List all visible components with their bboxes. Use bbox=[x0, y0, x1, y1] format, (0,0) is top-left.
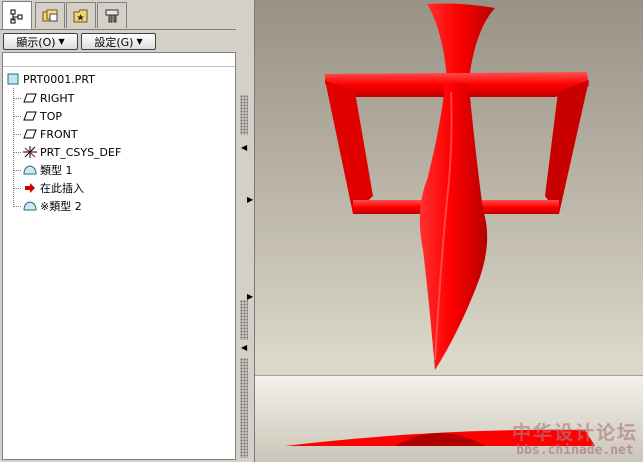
tab-favorites[interactable] bbox=[66, 2, 96, 28]
model-vertical-stroke-top bbox=[427, 3, 495, 80]
tree-connector bbox=[13, 170, 21, 171]
model-left-frame bbox=[325, 80, 373, 214]
tree-root[interactable]: PRT0001.PRT bbox=[5, 71, 95, 87]
watermark: 中华设计论坛 bbs.chinade.net bbox=[512, 418, 638, 458]
tree-connector bbox=[13, 134, 21, 135]
favorites-icon bbox=[73, 9, 88, 22]
tree-item-right[interactable]: RIGHT bbox=[22, 90, 74, 106]
tree-item-label: 類型 2 bbox=[49, 200, 82, 213]
tree-item-front[interactable]: FRONT bbox=[22, 126, 78, 142]
tree-item-top[interactable]: TOP bbox=[22, 108, 62, 124]
folder-browser-icon bbox=[42, 9, 58, 21]
tree-item-label: TOP bbox=[40, 109, 63, 123]
watermark-title: 中华设计论坛 bbox=[511, 422, 638, 444]
collapse-left-arrow-icon[interactable]: ◀ bbox=[241, 343, 247, 352]
splitter-grip bbox=[240, 300, 248, 340]
model-tree: PRT0001.PRT RIGHT TOP FRONT PRT_CSYS_DEF… bbox=[2, 52, 236, 460]
datum-plane-icon bbox=[22, 109, 38, 123]
feature-icon bbox=[22, 163, 38, 177]
graphics-window[interactable]: 中华设计论坛 bbs.chinade.net bbox=[254, 0, 643, 462]
tree-item-insert-here[interactable]: 在此插入 bbox=[22, 180, 84, 196]
tree-item-label: 類型 1 bbox=[40, 164, 73, 177]
coordinate-system-icon bbox=[22, 145, 38, 159]
tree-item-label: FRONT bbox=[40, 127, 78, 141]
tree-item-feature-2[interactable]: ※ 類型 2 bbox=[22, 198, 82, 214]
navigator-tab-strip bbox=[0, 0, 242, 30]
insert-here-arrow-icon bbox=[22, 181, 38, 195]
tree-connector bbox=[13, 152, 21, 153]
show-menu-label: 顯示(O) bbox=[16, 35, 56, 49]
navigator-panel: 顯示(O) ▼ 設定(G) ▼ PRT0001.PRT RIGHT TOP FR… bbox=[0, 0, 242, 462]
model-right-frame bbox=[545, 80, 589, 214]
3d-model[interactable] bbox=[255, 0, 643, 462]
navigator-toolbar: 顯示(O) ▼ 設定(G) ▼ bbox=[0, 30, 242, 52]
model-tree-header bbox=[3, 53, 235, 67]
expand-right-arrow-icon[interactable]: ▶ bbox=[247, 195, 253, 204]
part-icon bbox=[5, 72, 21, 86]
watermark-url: bbs.chinade.net bbox=[516, 443, 634, 458]
datum-plane-icon bbox=[22, 91, 38, 105]
tab-folder-browser[interactable] bbox=[35, 2, 65, 28]
chevron-down-icon: ▼ bbox=[136, 36, 143, 46]
tree-item-feature-1[interactable]: 類型 1 bbox=[22, 162, 73, 178]
tree-connector bbox=[13, 116, 21, 117]
feature-icon bbox=[22, 199, 38, 213]
tree-root-label: PRT0001.PRT bbox=[23, 72, 95, 86]
model-tree-icon bbox=[10, 9, 23, 23]
datum-plane-icon bbox=[22, 127, 38, 141]
collapse-left-arrow-icon[interactable]: ◀ bbox=[241, 143, 247, 152]
tab-model-tree[interactable] bbox=[2, 1, 32, 29]
tree-connector bbox=[13, 88, 14, 207]
panel-splitter[interactable]: ◀ ▶ ▶ ◀ bbox=[236, 0, 254, 462]
settings-menu-label: 設定(G) bbox=[94, 35, 134, 49]
show-menu-button[interactable]: 顯示(O) ▼ bbox=[3, 33, 78, 50]
chevron-down-icon: ▼ bbox=[58, 36, 65, 46]
tree-item-prefix-mark: ※ bbox=[40, 199, 50, 213]
connections-icon bbox=[105, 9, 119, 22]
splitter-grip bbox=[240, 358, 248, 458]
settings-menu-button[interactable]: 設定(G) ▼ bbox=[81, 33, 156, 50]
tree-item-label: RIGHT bbox=[40, 91, 75, 105]
model-vertical-stroke-body bbox=[419, 82, 488, 371]
tree-connector bbox=[13, 98, 21, 99]
tree-item-csys[interactable]: PRT_CSYS_DEF bbox=[22, 144, 121, 160]
tab-connections[interactable] bbox=[97, 2, 127, 28]
splitter-grip bbox=[240, 95, 248, 135]
tree-connector bbox=[13, 206, 21, 207]
tree-item-label: 在此插入 bbox=[40, 182, 84, 195]
tree-connector bbox=[13, 188, 21, 189]
tree-item-label: PRT_CSYS_DEF bbox=[40, 145, 122, 159]
